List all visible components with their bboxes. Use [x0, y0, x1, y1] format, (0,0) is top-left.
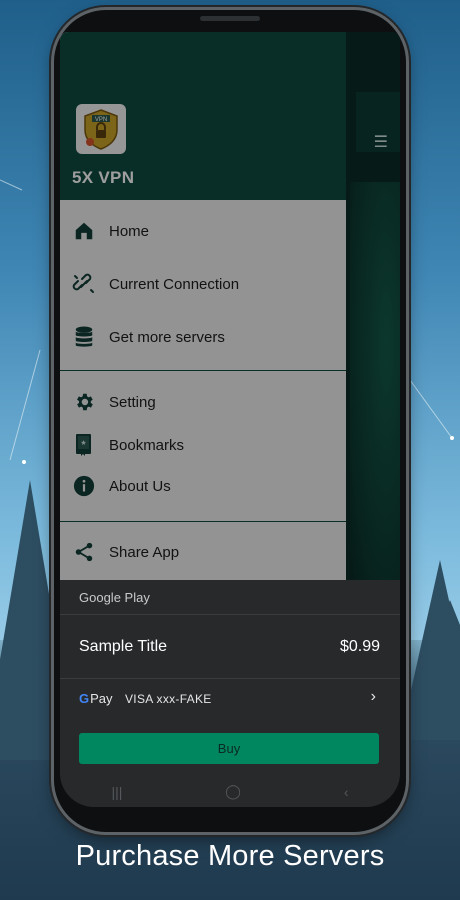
google-play-purchase-sheet: Google Play Sample Title $0.99 G Pay VIS…	[60, 580, 400, 807]
home-circle-icon[interactable]: ◯	[225, 783, 241, 800]
google-play-label: Google Play	[79, 590, 150, 605]
phone-speaker	[200, 16, 260, 21]
sheet-divider	[60, 614, 400, 615]
promo-caption: Purchase More Servers	[75, 840, 385, 872]
phone-frame: ☰ VPN 5X VPN Home Current Connection Get…	[54, 10, 406, 832]
sheet-divider	[60, 678, 400, 679]
recents-icon[interactable]: |||	[111, 784, 122, 800]
buy-button[interactable]: Buy	[79, 733, 379, 764]
google-g-icon: G	[79, 691, 90, 706]
google-pay-logo: G Pay	[79, 691, 113, 706]
system-nav-bar: ||| ◯ ‹	[60, 776, 400, 807]
item-title: Sample Title	[79, 638, 168, 655]
pay-label: Pay	[90, 691, 113, 706]
modal-scrim[interactable]	[60, 32, 400, 580]
back-icon[interactable]: ‹	[344, 784, 349, 800]
payment-method[interactable]: VISA xxx-FAKE	[125, 692, 212, 706]
phone-screen: ☰ VPN 5X VPN Home Current Connection Get…	[60, 32, 400, 807]
chevron-right-icon[interactable]: ›	[371, 688, 376, 706]
item-price: $0.99	[339, 638, 380, 655]
